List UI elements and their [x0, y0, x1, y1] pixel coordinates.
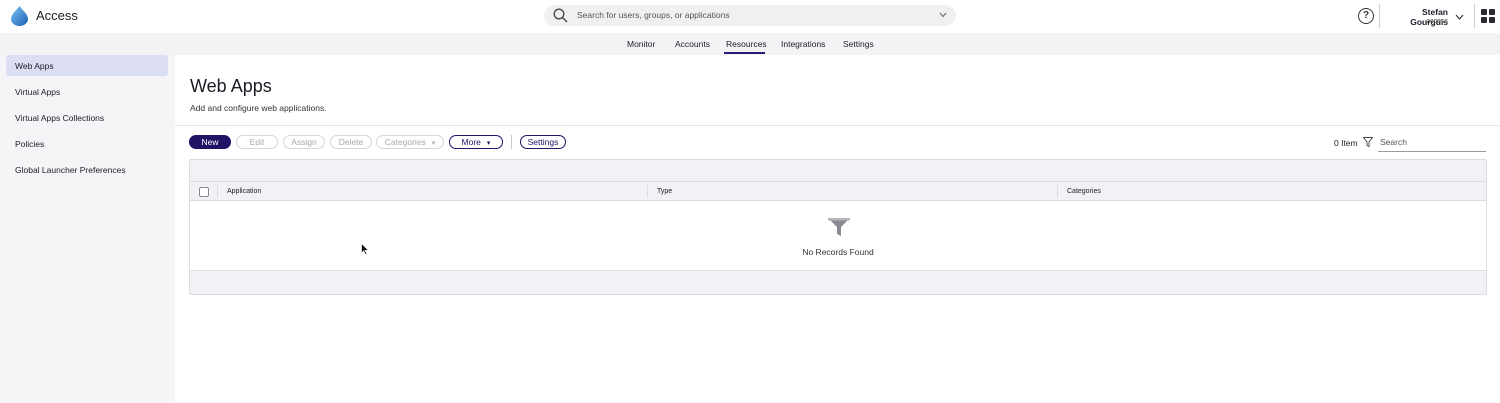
delete-button[interactable]: Delete — [330, 135, 372, 149]
tab-resources[interactable]: Resources — [726, 39, 767, 49]
select-all-checkbox[interactable] — [199, 187, 209, 197]
divider — [1474, 4, 1475, 28]
table-search-input[interactable]: Search — [1378, 137, 1486, 152]
column-divider[interactable] — [647, 185, 648, 198]
categories-dropdown[interactable]: Categories ▾ — [376, 135, 444, 149]
empty-state-text: No Records Found — [802, 247, 874, 257]
more-dropdown[interactable]: More ▾ — [449, 135, 503, 149]
sidebar: Web Apps Virtual Apps Virtual Apps Colle… — [0, 55, 175, 403]
user-subtitle: access — [1426, 18, 1448, 25]
settings-button[interactable]: Settings — [520, 135, 566, 149]
edit-button[interactable]: Edit — [236, 135, 278, 149]
column-divider — [217, 185, 218, 198]
help-icon[interactable]: ? — [1358, 8, 1374, 24]
chevron-down-icon[interactable] — [939, 12, 947, 18]
tab-integrations[interactable]: Integrations — [781, 39, 825, 49]
mouse-cursor-icon — [361, 243, 369, 255]
table-header: Application Type Categories — [190, 181, 1486, 201]
categories-label: Categories — [384, 137, 426, 147]
tab-accounts[interactable]: Accounts — [675, 39, 710, 49]
more-label: More — [461, 137, 481, 147]
search-input[interactable]: Search for users, groups, or application… — [577, 10, 730, 20]
global-search[interactable]: Search for users, groups, or application… — [544, 5, 956, 26]
assign-button[interactable]: Assign — [283, 135, 325, 149]
divider — [175, 125, 1500, 126]
apps-grid-icon[interactable] — [1481, 9, 1495, 23]
divider — [1379, 4, 1380, 28]
active-tab-indicator — [724, 52, 765, 54]
sidebar-item-virtual-apps[interactable]: Virtual Apps — [6, 81, 168, 102]
filter-icon[interactable] — [1363, 137, 1373, 147]
page-subtitle: Add and configure web applications. — [190, 103, 327, 113]
column-divider[interactable] — [1057, 185, 1058, 198]
chevron-down-icon: ▾ — [431, 140, 436, 147]
tab-settings[interactable]: Settings — [843, 39, 874, 49]
chevron-down-icon[interactable] — [1455, 14, 1464, 20]
column-header-application[interactable]: Application — [227, 188, 261, 195]
new-button[interactable]: New — [189, 135, 231, 149]
search-icon — [553, 8, 568, 23]
data-table: Application Type Categories No Records F… — [189, 159, 1487, 295]
column-header-categories[interactable]: Categories — [1067, 188, 1101, 195]
tab-monitor[interactable]: Monitor — [627, 39, 655, 49]
chevron-down-icon: ▾ — [486, 140, 491, 147]
app-title[interactable]: Access — [36, 8, 78, 23]
item-count: 0 Item — [1334, 138, 1358, 148]
toolbar-divider — [511, 135, 512, 149]
sidebar-item-policies[interactable]: Policies — [6, 133, 168, 154]
table-body: No Records Found — [190, 201, 1486, 271]
funnel-empty-icon — [828, 218, 850, 236]
top-bar: Access Search for users, groups, or appl… — [0, 0, 1500, 33]
sidebar-item-global-launcher-preferences[interactable]: Global Launcher Preferences — [6, 159, 168, 180]
sidebar-item-web-apps[interactable]: Web Apps — [6, 55, 168, 76]
sidebar-item-virtual-apps-collections[interactable]: Virtual Apps Collections — [6, 107, 168, 128]
column-header-type[interactable]: Type — [657, 188, 672, 195]
page-title: Web Apps — [190, 76, 272, 96]
logo-icon[interactable] — [11, 6, 28, 26]
